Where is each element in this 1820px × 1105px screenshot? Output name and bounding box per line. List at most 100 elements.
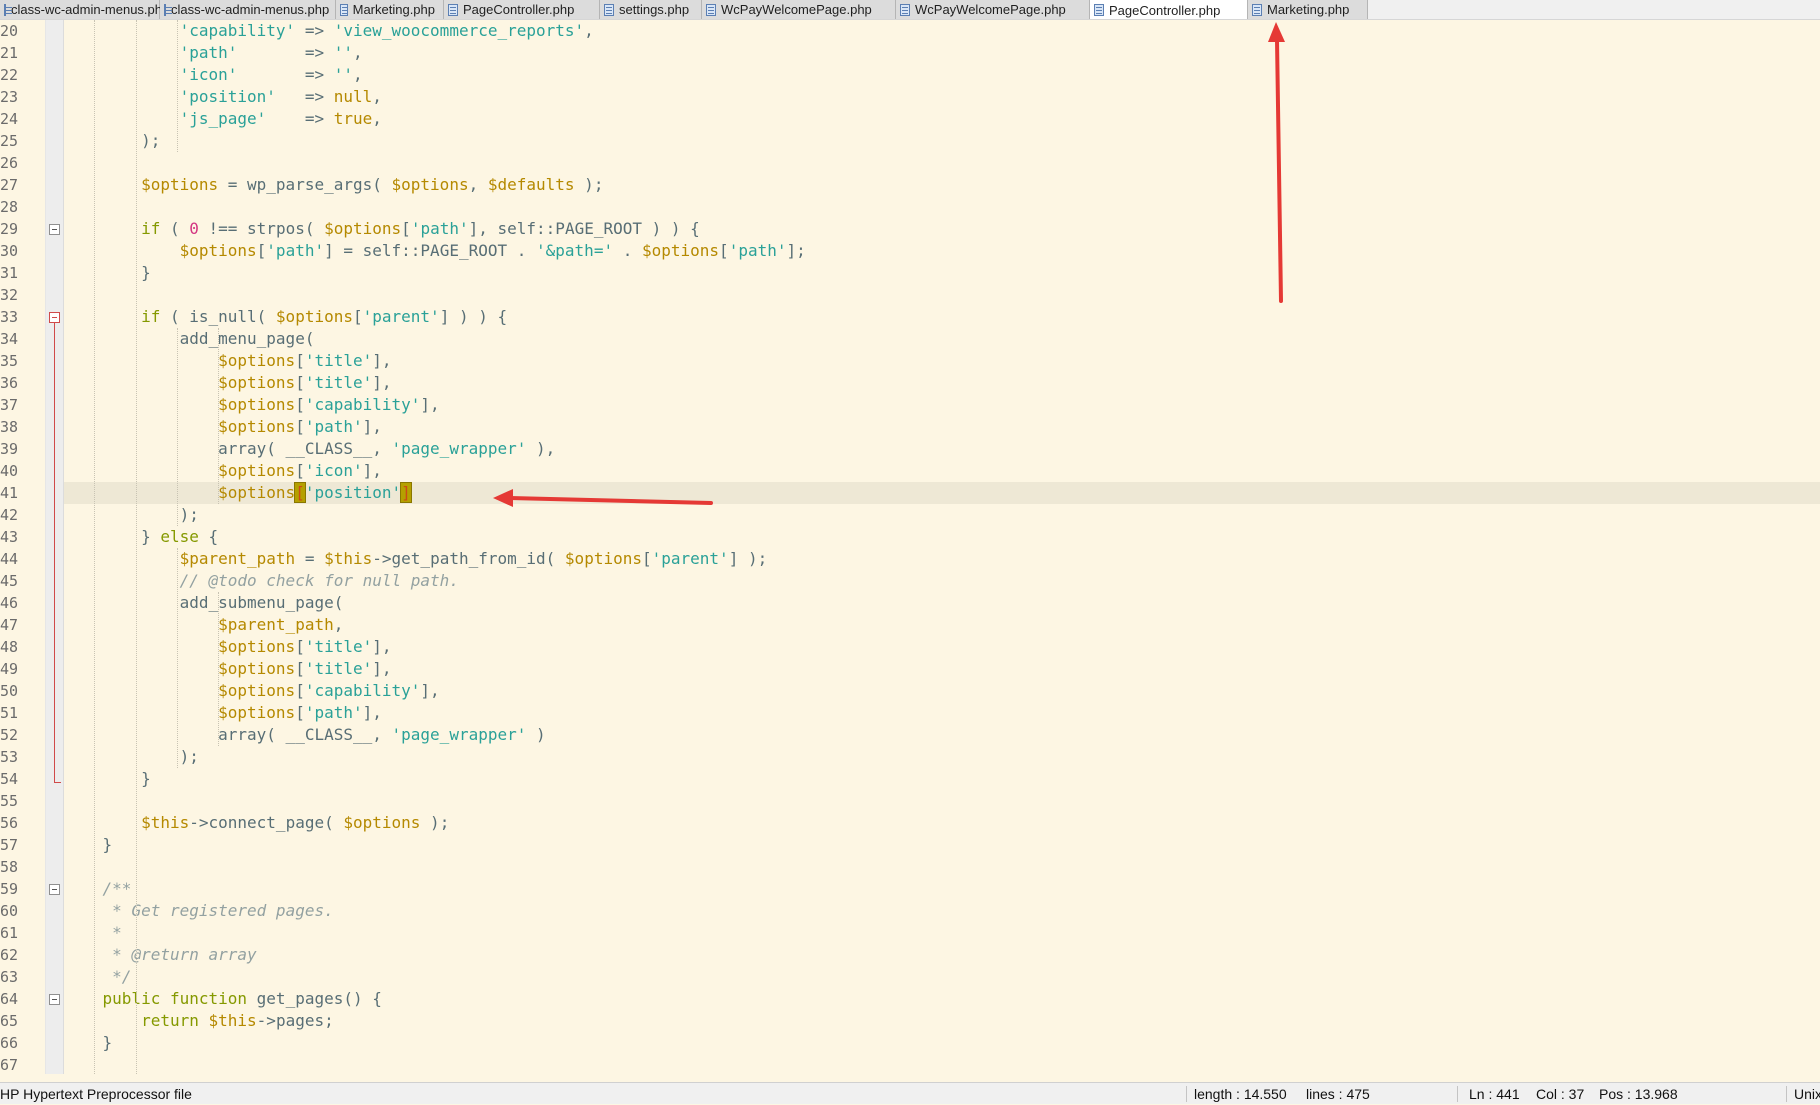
tab-marketing-2[interactable]: Marketing.php xyxy=(1248,0,1368,19)
status-col: Col : 37 xyxy=(1536,1086,1585,1102)
tab-label: class-wc-admin-menus.php xyxy=(171,2,330,17)
php-file-icon xyxy=(706,3,716,16)
code-line[interactable]: 'js_page' => true, xyxy=(64,108,1820,130)
code-line[interactable] xyxy=(64,196,1820,218)
tab-pagecontroller-1[interactable]: PageController.php xyxy=(444,0,600,19)
line-number: 44 xyxy=(0,550,19,568)
line-number: 56 xyxy=(0,814,19,832)
code-line[interactable]: $options['path'], xyxy=(64,416,1820,438)
code-line[interactable]: } else { xyxy=(64,526,1820,548)
code-line[interactable]: if ( 0 !== strpos( $options['path'], sel… xyxy=(64,218,1820,240)
line-number: 63 xyxy=(0,968,19,986)
code-token: ], xyxy=(420,681,440,700)
code-line[interactable]: // @todo check for null path. xyxy=(64,570,1820,592)
code-token: 'icon' xyxy=(179,65,238,84)
code-line[interactable]: } xyxy=(64,768,1820,790)
tab-settings[interactable]: settings.php xyxy=(600,0,702,19)
code-line[interactable]: $options['path'] = self::PAGE_ROOT . '&p… xyxy=(64,240,1820,262)
code-line[interactable]: $options['icon'], xyxy=(64,460,1820,482)
code-token: , xyxy=(372,109,382,128)
line-number: 46 xyxy=(0,594,19,612)
code-token: ( is_null( xyxy=(160,307,276,326)
code-line[interactable] xyxy=(64,790,1820,812)
code-token: ] ); xyxy=(728,549,768,568)
code-line[interactable]: add_submenu_page( xyxy=(64,592,1820,614)
tab-pagecontroller-active[interactable]: PageController.php xyxy=(1090,0,1248,19)
code-line[interactable]: ); xyxy=(64,746,1820,768)
fold-toggle-icon[interactable] xyxy=(49,994,60,1005)
code-line[interactable]: $options['title'], xyxy=(64,658,1820,680)
status-length: length : 14.550 xyxy=(1194,1086,1287,1102)
code-line[interactable]: /** xyxy=(64,878,1820,900)
php-file-icon xyxy=(1094,4,1104,16)
code-line[interactable]: $options['title'], xyxy=(64,372,1820,394)
line-number: 25 xyxy=(0,132,19,150)
code-line[interactable]: 'path' => '', xyxy=(64,42,1820,64)
tab-wcpaywelcomepage-1[interactable]: WcPayWelcomePage.php xyxy=(702,0,896,19)
php-file-icon xyxy=(164,3,172,16)
code-token: * @return array xyxy=(112,945,257,964)
code-token: => xyxy=(266,109,334,128)
code-line[interactable]: public function get_pages() { xyxy=(64,988,1820,1010)
line-number: 41 xyxy=(0,484,19,502)
code-line[interactable]: $parent_path = $this->get_path_from_id( … xyxy=(64,548,1820,570)
tab-marketing-1[interactable]: Marketing.php xyxy=(336,0,444,19)
tab-class-wc-admin-menus-2[interactable]: class-wc-admin-menus.php xyxy=(160,0,336,19)
code-token: , xyxy=(352,43,363,62)
code-token: 'path' xyxy=(179,43,238,62)
code-line[interactable]: $options = wp_parse_args( $options, $def… xyxy=(64,174,1820,196)
code-line[interactable]: 'position' => null, xyxy=(64,86,1820,108)
fold-toggle-icon[interactable] xyxy=(49,312,60,323)
fold-toggle-icon[interactable] xyxy=(49,884,60,895)
tab-wcpaywelcomepage-2[interactable]: WcPayWelcomePage.php xyxy=(896,0,1090,19)
code-line[interactable]: $options['title'], xyxy=(64,636,1820,658)
code-line[interactable]: $options['capability'], xyxy=(64,394,1820,416)
code-text-area[interactable]: 'capability' => 'view_woocommerce_report… xyxy=(64,20,1820,1074)
code-editor[interactable]: 20 21 22 23 24 25 26 27 28 29 30 31 32 33 34 35 36 37 38 39… xyxy=(0,20,1820,1074)
code-line-current[interactable]: $options['position'] xyxy=(64,482,1820,504)
code-line[interactable]: * @return array xyxy=(64,944,1820,966)
line-number: 34 xyxy=(0,330,19,348)
code-token: add_submenu_page( xyxy=(64,593,344,612)
code-line[interactable]: ); xyxy=(64,130,1820,152)
code-line[interactable] xyxy=(64,284,1820,306)
code-line[interactable]: } xyxy=(64,1032,1820,1054)
tab-label: WcPayWelcomePage.php xyxy=(915,2,1066,17)
code-line[interactable]: $options['path'], xyxy=(64,702,1820,724)
code-token: 'parent' xyxy=(651,549,729,568)
code-line[interactable] xyxy=(64,856,1820,878)
code-token: ], xyxy=(372,659,392,678)
code-line[interactable]: */ xyxy=(64,966,1820,988)
code-line[interactable]: } xyxy=(64,834,1820,856)
code-line[interactable] xyxy=(64,152,1820,174)
code-line[interactable]: array( __CLASS__, 'page_wrapper' ), xyxy=(64,438,1820,460)
code-token: 0 xyxy=(189,219,199,238)
code-line[interactable]: 'capability' => 'view_woocommerce_report… xyxy=(64,20,1820,42)
code-line[interactable]: array( __CLASS__, 'page_wrapper' ) xyxy=(64,724,1820,746)
code-line[interactable]: add_menu_page( xyxy=(64,328,1820,350)
line-number: 42 xyxy=(0,506,19,524)
code-token: ], self::PAGE_ROOT ) ) { xyxy=(468,219,700,238)
code-line[interactable]: $this->connect_page( $options ); xyxy=(64,812,1820,834)
code-line[interactable]: * Get registered pages. xyxy=(64,900,1820,922)
code-line[interactable]: 'icon' => '', xyxy=(64,64,1820,86)
code-line[interactable] xyxy=(64,1054,1820,1074)
code-line[interactable]: $parent_path, xyxy=(64,614,1820,636)
code-token: [ xyxy=(295,373,305,392)
code-token: 'capability' xyxy=(304,395,421,414)
code-line[interactable]: * xyxy=(64,922,1820,944)
code-line[interactable]: $options['title'], xyxy=(64,350,1820,372)
code-line[interactable]: if ( is_null( $options['parent'] ) ) { xyxy=(64,306,1820,328)
fold-toggle-icon[interactable] xyxy=(49,224,60,235)
code-line[interactable]: ); xyxy=(64,504,1820,526)
code-line[interactable]: $options['capability'], xyxy=(64,680,1820,702)
tab-class-wc-admin-menus-1[interactable]: class-wc-admin-menus.php xyxy=(0,0,169,19)
code-line[interactable]: return $this->pages; xyxy=(64,1010,1820,1032)
code-line[interactable]: } xyxy=(64,262,1820,284)
